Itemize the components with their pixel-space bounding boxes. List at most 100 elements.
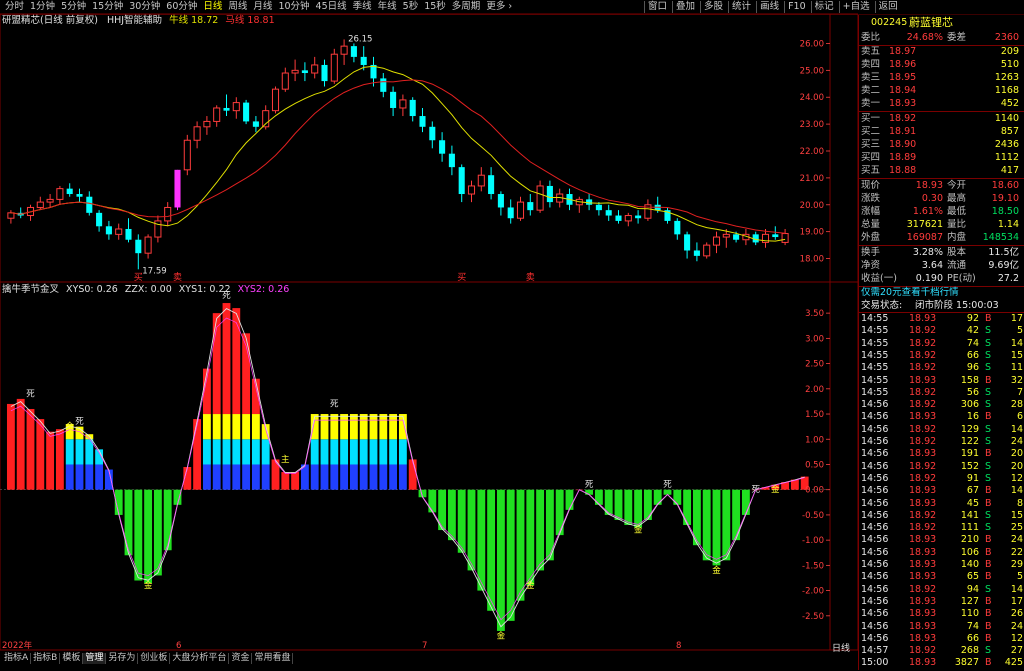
quote-value: 19.10 [991,193,1019,204]
tick-volume: 96 [966,362,979,374]
sub-bar-segment [95,464,104,490]
candle-body [183,139,191,171]
indicator-tab-1[interactable]: 指标B [31,653,61,664]
sub-bar-segment [349,414,358,440]
indicator-tab-0[interactable]: 指标A [2,653,32,664]
fund-value: 3.28% [912,247,943,258]
tool-button-8[interactable]: 返回 [874,1,901,13]
tick-time: 14:56 [861,485,889,497]
tick-price: 18.93 [909,559,937,570]
tick-side: B [985,448,992,460]
bid-vol: 1140 [994,113,1019,124]
tick-volume: 91 [966,472,979,484]
candle-body [46,198,54,203]
candle-body [56,188,64,200]
signal-death: 死 [26,389,35,399]
tick-time: 14:56 [861,411,889,423]
signal-death: 死 [751,485,760,495]
tick-time: 14:55 [861,313,889,324]
sub-bar [6,403,15,490]
price-tick-label: 24.00 [800,93,824,103]
tick-count: 5 [1016,571,1023,583]
sub-bar [614,489,623,520]
tick-side: B [985,534,992,546]
sell-signal: 卖 [526,272,535,283]
sub-bar [487,489,496,611]
quote-label: 最低 [947,206,967,217]
sub-bar-segment [379,414,388,440]
candle-body [203,120,211,128]
sub-bar [712,489,721,566]
sub-bar [683,489,692,526]
tick-count: 22 [1010,546,1023,558]
tick-volume: 191 [960,448,979,460]
ask-vol: 510 [1000,59,1019,70]
quote-row: 现价 18.93 今开 18.60 [859,180,1024,192]
candle-body [712,236,721,246]
sub-bar-segment [251,414,260,440]
tick-count: 32 [1010,374,1023,386]
kline-chart[interactable]: 26.1517.59买卖买卖 死金死金死主死金金死金死金死金 26.0025.0… [0,0,858,650]
tick-volume: 152 [960,460,979,472]
indicator-tab-2[interactable]: 模板 [60,653,84,664]
fund-label: 流通 [947,260,967,271]
tick-side: S [985,460,992,472]
tick-price: 18.92 [909,645,937,657]
tick-time: 14:56 [861,620,889,632]
tick-time: 14:57 [861,645,889,657]
ask-row: 卖五 18.97 209 [859,46,1024,58]
tick-count: 7 [1016,386,1023,398]
indicator-tab-7[interactable]: 资金 [229,653,253,664]
candle-body [595,204,602,211]
tick-time: 14:56 [861,583,889,595]
tick-row: 14:56 18.93 191 B 20 [859,448,1024,460]
tick-volume: 140 [960,559,979,570]
indicator-tab-8[interactable]: 常用看盘 [252,653,294,664]
tick-count: 8 [1016,497,1023,509]
promo-link[interactable]: 仅需20元查看千档行情 [861,287,959,299]
indicator-tabs: 指标A 指标B 模板 管理 另存为 创业板 大盘分析平台 资金 常用看盘 [2,652,294,664]
signal-gold: 金 [526,580,535,591]
tick-volume: 306 [960,399,979,411]
tick-row: 14:56 18.92 122 S 24 [859,436,1024,448]
tick-volume: 129 [960,423,979,435]
tick-time: 14:56 [861,546,889,558]
indicator-tab-3[interactable]: 管理 [83,653,107,664]
sub-bar-segment [340,439,349,465]
candle-body [252,121,259,127]
tick-side: B [985,657,992,669]
tick-count: 14 [1010,423,1023,435]
tick-price: 18.93 [909,608,937,620]
candle-body [311,64,319,74]
quote-label: 总量 [861,219,881,230]
sub-bar [193,419,202,490]
indicator-tab-5[interactable]: 创业板 [138,653,171,664]
sub-bar [16,398,25,490]
tick-row: 14:56 18.93 67 B 14 [859,485,1024,497]
tick-side: B [985,620,992,632]
tick-row: 14:56 18.93 210 B 24 [859,534,1024,546]
tick-time: 14:56 [861,448,889,460]
sub-tick-label: 3.50 [805,309,824,319]
indicator-tab-4[interactable]: 另存为 [106,653,139,664]
signal-death: 死 [75,417,84,427]
ask-price: 18.95 [889,72,917,83]
tick-row: 14:56 18.92 94 S 14 [859,584,1024,596]
bid-label: 买五 [861,165,881,176]
period-indicator[interactable]: 日线 [826,641,856,654]
signal-gold: 金 [634,525,643,536]
tick-side: S [985,645,992,657]
sub-bar-segment [85,464,94,490]
sub-bar-segment [222,439,231,465]
candle-body [125,228,132,240]
tick-price: 18.93 [909,534,937,546]
bid-label: 买一 [861,113,881,124]
bid-row: 买四 18.89 1112 [859,152,1024,164]
candle-body [615,215,622,221]
indicator-tab-6[interactable]: 大盘分析平台 [170,653,230,664]
sub-bar-segment [349,439,358,465]
trade-status-label: 交易状态: [861,300,903,311]
fundamental-row: 换手 3.28% 股本 11.5亿 [859,247,1024,259]
sub-bar [536,489,545,571]
tick-count: 27 [1010,645,1023,657]
